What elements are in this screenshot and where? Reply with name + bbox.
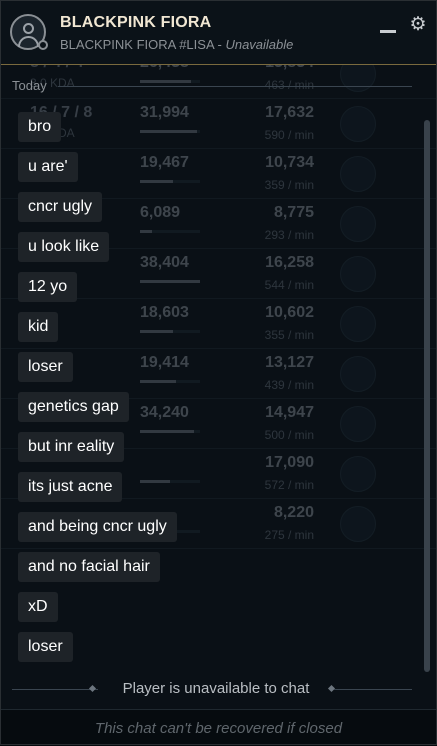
chat-message: and being cncr ugly	[18, 512, 177, 542]
match-gold-bar	[140, 130, 200, 133]
match-badge-icon	[340, 206, 376, 242]
diamond-icon	[88, 684, 97, 693]
match-gold-bar-fill	[140, 80, 191, 83]
chat-message: cncr ugly	[18, 192, 103, 222]
user-silhouette-icon	[23, 23, 34, 34]
match-badge-icon	[340, 506, 376, 542]
match-damage: 17,632	[265, 104, 314, 121]
chat-message: and no facial hair	[18, 552, 160, 582]
chat-message: bro	[18, 112, 62, 142]
match-damage-rate: 500 / min	[264, 428, 314, 442]
match-gold: 18,603	[140, 304, 189, 321]
divider-line-right	[334, 689, 412, 690]
match-damage-rate: 463 / min	[264, 78, 314, 92]
chat-footer: This chat can't be recovered if closed	[0, 709, 437, 746]
chat-message: u are'	[18, 152, 78, 182]
date-divider-label: Today	[12, 78, 47, 93]
footer-notice: This chat can't be recovered if closed	[94, 720, 343, 737]
match-gold-bar-fill	[140, 280, 200, 283]
chat-message: loser	[18, 352, 73, 382]
match-damage: 17,090	[265, 454, 314, 471]
match-damage: 16,258	[265, 254, 314, 271]
chat-message: xD	[18, 592, 58, 622]
match-damage: 14,947	[265, 404, 314, 421]
match-gold: 38,404	[140, 254, 189, 271]
match-row: 16 / 7 / 83.4 KDA31,99417,632590 / min	[0, 98, 437, 149]
chat-message: its just acne	[18, 472, 123, 502]
match-damage: 10,602	[265, 304, 314, 321]
friend-tagline: BLACKPINK FIORA #LISA - Unavailable	[60, 37, 293, 52]
chat-header: BLACKPINK FIORA BLACKPINK FIORA #LISA - …	[0, 0, 437, 65]
match-damage-rate: 275 / min	[264, 528, 314, 542]
match-damage: 8,775	[273, 204, 314, 221]
match-badge-icon	[340, 306, 376, 342]
match-damage-rate: 544 / min	[264, 278, 314, 292]
match-badge-icon	[340, 106, 376, 142]
match-gold-bar	[140, 480, 200, 483]
match-gold-bar-fill	[140, 330, 173, 333]
chat-message: 12 yo	[18, 272, 78, 302]
match-damage-rate: 359 / min	[264, 178, 314, 192]
match-damage-rate: 572 / min	[264, 478, 314, 492]
match-damage: 13,127	[265, 354, 314, 371]
match-gold-bar-fill	[140, 180, 173, 183]
chat-message: but inr eality	[18, 432, 125, 462]
chat-scrollbar[interactable]	[424, 120, 430, 672]
match-gold-bar	[140, 280, 200, 283]
match-badge-icon	[340, 356, 376, 392]
match-damage-rate: 590 / min	[264, 128, 314, 142]
divider-line-left	[12, 689, 98, 690]
chat-message: kid	[18, 312, 59, 342]
chat-message: u look like	[18, 232, 110, 262]
date-divider-line	[58, 86, 412, 87]
match-gold: 6,089	[140, 204, 181, 221]
match-gold-bar	[140, 330, 200, 333]
match-row: 18,603 10,602 355 / min	[0, 298, 437, 349]
match-gold: 34,240	[140, 404, 189, 421]
match-damage: 8,220	[273, 504, 314, 521]
match-gold-bar	[140, 80, 200, 83]
match-damage-rate: 355 / min	[264, 328, 314, 342]
match-damage-rate: 293 / min	[264, 228, 314, 242]
match-gold-bar	[140, 430, 200, 433]
friend-name: BLACKPINK FIORA	[60, 14, 212, 31]
user-silhouette-body	[18, 36, 39, 47]
match-badge-icon	[340, 406, 376, 442]
match-badge-icon	[340, 156, 376, 192]
presence-status: Unavailable	[225, 37, 294, 52]
status-indicator	[38, 40, 48, 50]
match-gold-bar	[140, 230, 200, 233]
match-gold-bar	[140, 380, 200, 383]
background-match-history: 8 / 4 / 43.0 KDA26,43813,834463 / min16 …	[0, 40, 437, 640]
match-gold: 19,467	[140, 154, 189, 171]
riot-id: BLACKPINK FIORA #LISA -	[60, 37, 226, 52]
match-gold-bar-fill	[140, 480, 170, 483]
match-gold-bar-fill	[140, 430, 194, 433]
minimize-icon[interactable]	[380, 30, 396, 33]
match-badge-icon	[340, 256, 376, 292]
gear-icon[interactable]: ⚙	[408, 15, 428, 35]
match-badge-icon	[340, 456, 376, 492]
match-damage-rate: 439 / min	[264, 378, 314, 392]
match-damage: 10,734	[265, 154, 314, 171]
match-gold-bar	[140, 180, 200, 183]
match-gold-bar-fill	[140, 380, 176, 383]
unavailable-notice: Player is unavailable to chat	[122, 680, 310, 697]
chat-message: genetics gap	[18, 392, 129, 422]
match-gold-bar-fill	[140, 230, 152, 233]
chat-message: loser	[18, 632, 73, 662]
match-gold-bar-fill	[140, 130, 197, 133]
match-gold: 19,414	[140, 354, 189, 371]
match-gold: 31,994	[140, 104, 189, 121]
